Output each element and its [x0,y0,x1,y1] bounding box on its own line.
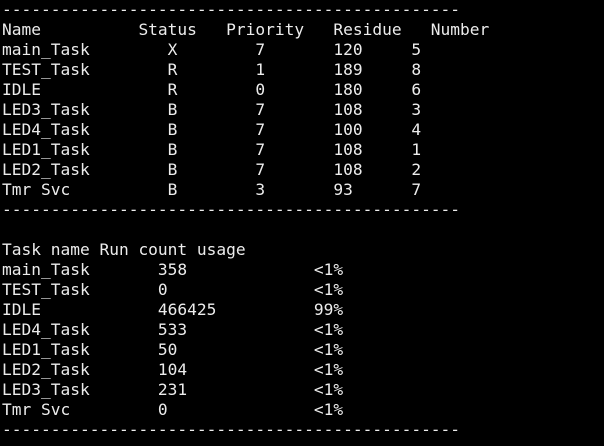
terminal-line: TEST_Task R 1 189 8 [2,60,422,79]
terminal-line: LED1_Task B 7 108 1 [2,140,422,159]
terminal-line: LED2_Task B 7 108 2 [2,160,422,179]
terminal-output: ----------------------------------------… [2,0,602,446]
terminal-line: main_Task X 7 120 5 [2,40,422,59]
terminal-line: LED1_Task 50 <1% [2,340,344,359]
terminal-line: Tmr Svc B 3 93 7 [2,180,422,199]
terminal-line: LED2_Task 104 <1% [2,360,344,379]
terminal-line: TEST_Task 0 <1% [2,280,344,299]
terminal-line: Tmr Svc 0 <1% [2,400,344,419]
terminal-line: Task name Run count usage [2,240,246,259]
terminal-line: ----------------------------------------… [2,0,461,19]
terminal-line: LED3_Task B 7 108 3 [2,100,422,119]
terminal-line: IDLE R 0 180 6 [2,80,422,99]
terminal-line: LED3_Task 231 <1% [2,380,344,399]
terminal-line: main_Task 358 <1% [2,260,344,279]
terminal-line: IDLE 466425 99% [2,300,344,319]
terminal-line: Name Status Priority Residue Number [2,20,490,39]
terminal-line: ----------------------------------------… [2,200,461,219]
terminal-line: LED4_Task B 7 100 4 [2,120,422,139]
terminal-line: ----------------------------------------… [2,420,461,439]
terminal-line: LED4_Task 533 <1% [2,320,344,339]
